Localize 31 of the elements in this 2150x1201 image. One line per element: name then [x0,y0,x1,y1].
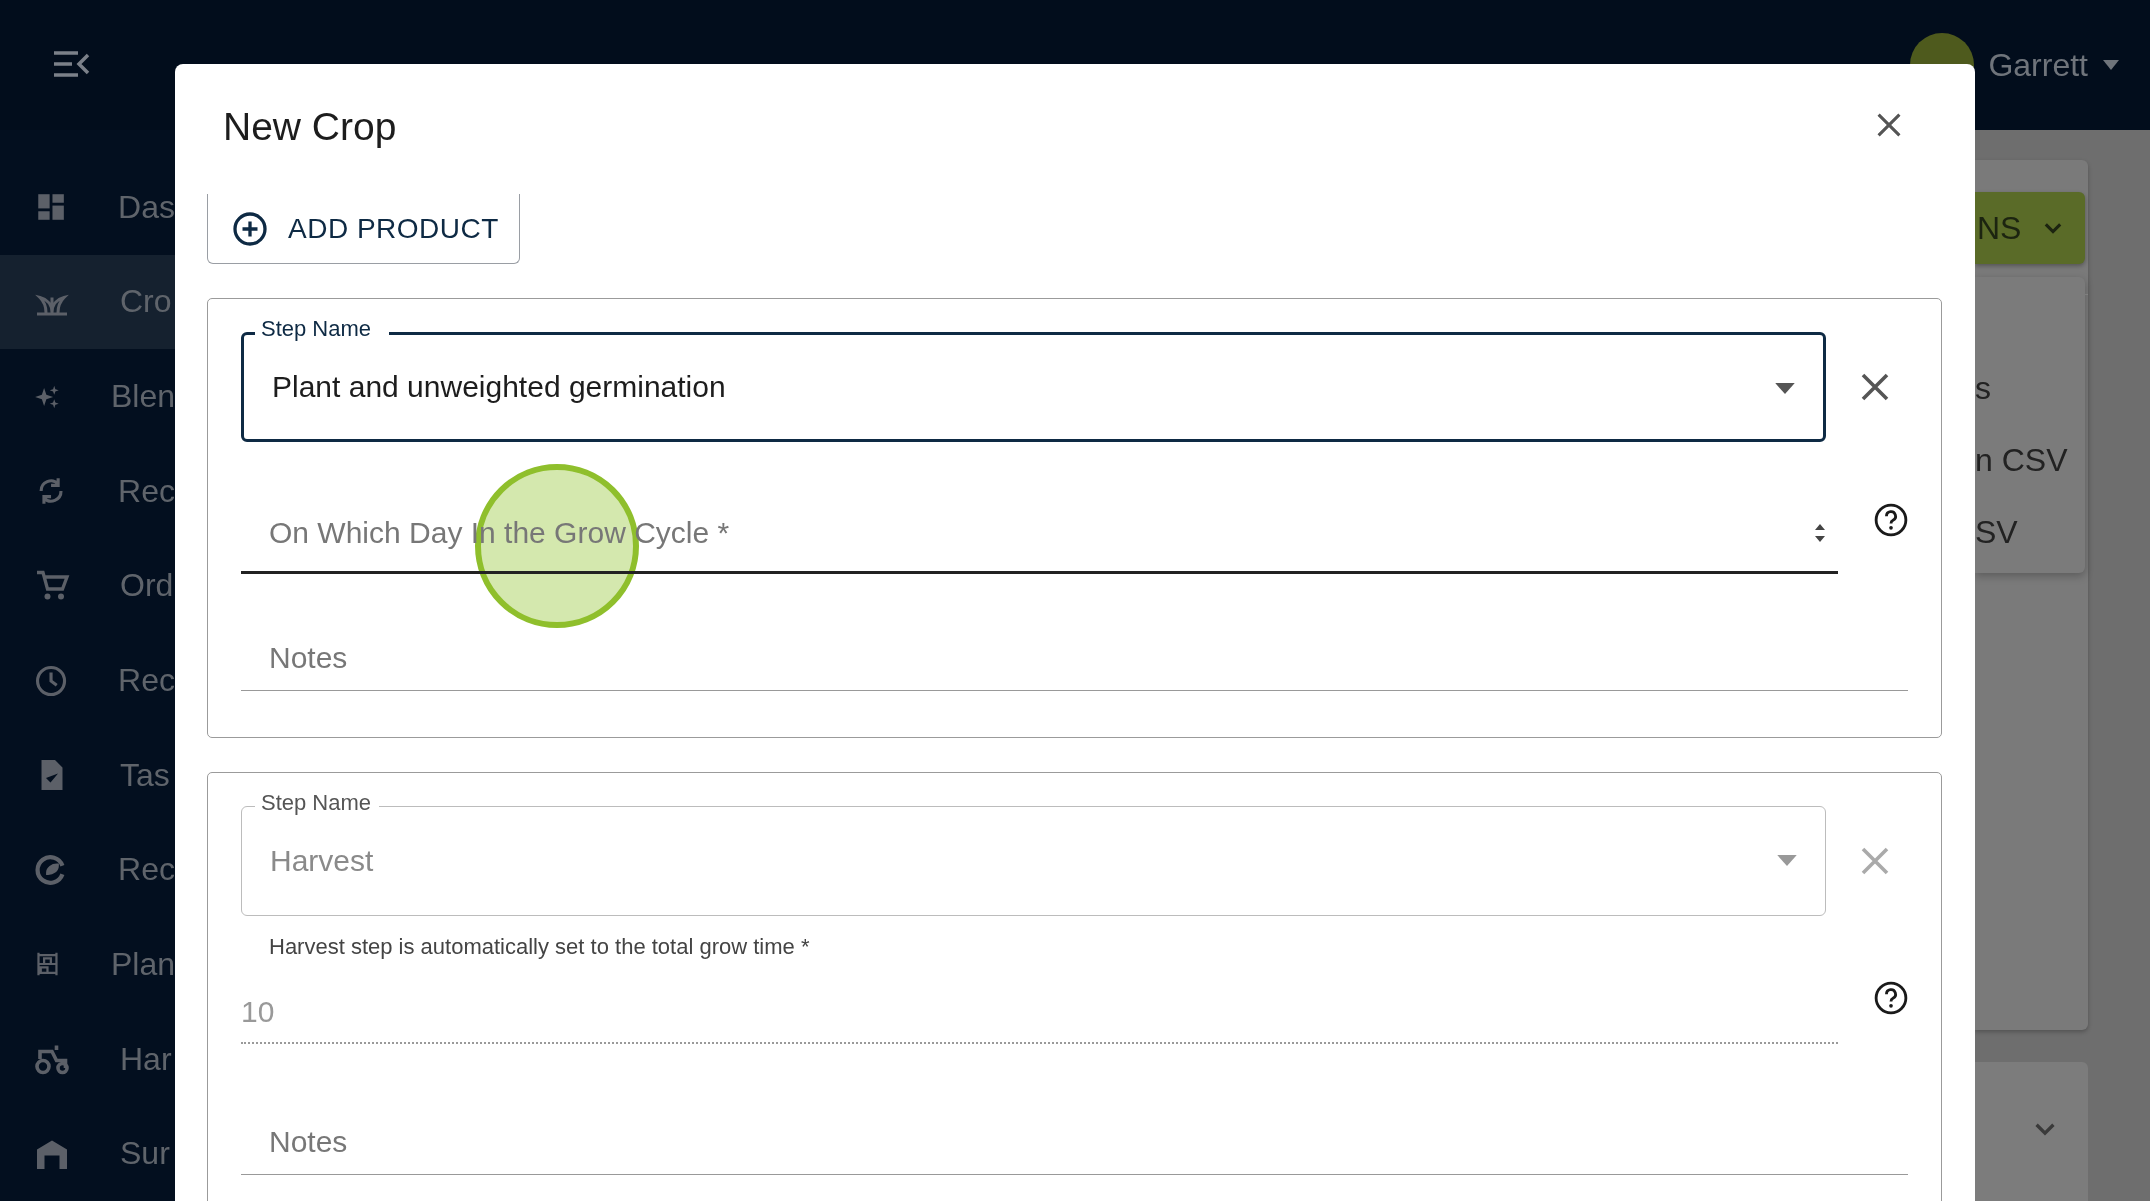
help-icon[interactable] [1874,503,1908,537]
dialog-title: New Crop [223,104,397,149]
sidebar-item[interactable]: Ord [0,538,175,634]
sidebar-item[interactable]: Rec [0,443,175,539]
sidebar-item[interactable]: Blen [0,349,175,444]
user-menu-button[interactable]: Garrett [1988,46,2120,84]
actions-button[interactable]: NS [1975,192,2085,264]
caret-icon [1775,383,1795,394]
menu-icon[interactable] [52,49,92,79]
sidebar-item[interactable]: Plan [0,917,175,1012]
menu-item[interactable]: s [1975,369,2085,407]
caret-icon [2102,60,2120,70]
plus-circle-icon [232,210,268,247]
chevron-down-icon [2043,222,2064,234]
notes-field[interactable]: Notes [241,626,1908,691]
sidebar-item[interactable]: Rec [0,633,175,728]
sidebar-item[interactable]: Tas [0,727,175,823]
menu-item[interactable]: SV [1975,513,2085,551]
add-product-button[interactable]: ADD PRODUCT [207,194,520,264]
sidebar-item[interactable]: Har [0,1011,175,1107]
caret-icon [1777,855,1797,866]
sidebar-item[interactable]: Rec [0,822,175,918]
close-icon[interactable] [1860,372,1890,402]
sidebar-item[interactable]: Das [0,160,175,255]
menu-item[interactable]: n CSV [1975,441,2085,479]
sidebar-item[interactable]: Sur [0,1106,175,1201]
chevron-down-icon[interactable] [2033,1121,2057,1136]
help-icon[interactable] [1874,981,1908,1015]
sidebar-item[interactable]: Cro [0,254,175,350]
close-icon[interactable] [1876,111,1902,138]
helper-text: Harvest step is automatically set to the total grow time * [269,934,811,960]
